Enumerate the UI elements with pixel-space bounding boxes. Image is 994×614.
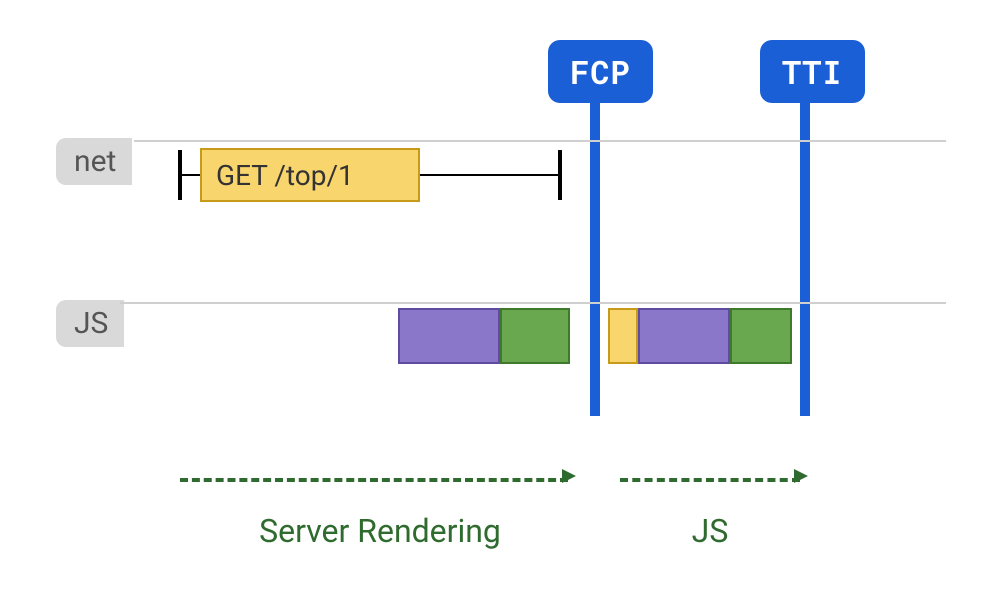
js-block-purple-2 [638, 308, 730, 364]
row-baseline-net [134, 140, 946, 142]
phase-label-server: Server Rendering [230, 512, 530, 550]
net-wait-start-line [178, 174, 202, 176]
fcp-badge: FCP [548, 40, 653, 103]
tti-marker-line [800, 96, 810, 416]
row-label-js: JS [56, 300, 124, 347]
js-block-green-1 [500, 308, 570, 364]
js-block-purple-1 [398, 308, 500, 364]
phase-arrow-server [180, 478, 568, 482]
row-label-net: net [56, 138, 132, 185]
rendering-timeline-diagram: FCP TTI net GET /top/1 JS Server Renderi… [0, 0, 994, 614]
phase-arrowhead-js [794, 469, 808, 483]
net-wait-end-line [420, 174, 560, 176]
net-wait-end-cap [558, 150, 562, 200]
tti-badge: TTI [760, 40, 865, 103]
js-block-green-2 [730, 308, 792, 364]
row-baseline-js [120, 302, 946, 304]
phase-arrowhead-server [562, 469, 576, 483]
fcp-marker-line [590, 96, 600, 416]
net-request-bar: GET /top/1 [200, 148, 420, 202]
phase-label-js: JS [680, 512, 740, 550]
js-block-yellow [608, 308, 638, 364]
phase-arrow-js [620, 478, 800, 482]
net-request-label: GET /top/1 [216, 159, 354, 192]
